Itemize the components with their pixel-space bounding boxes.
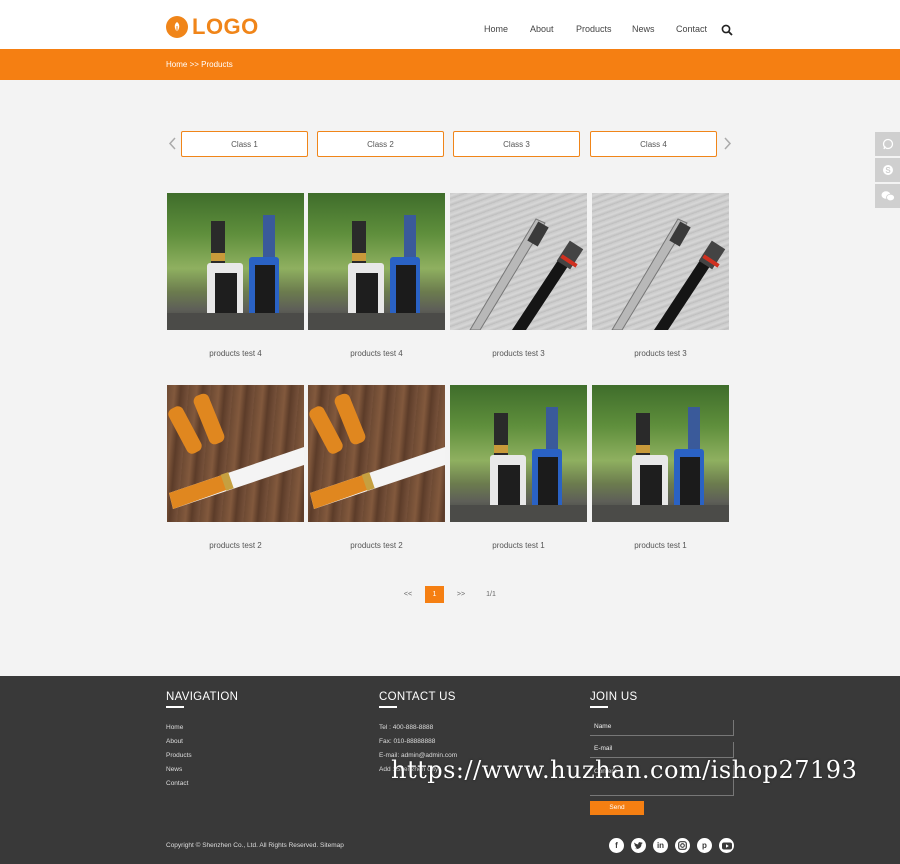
nav-about[interactable]: About — [530, 24, 554, 34]
linkedin-icon[interactable]: in — [653, 838, 668, 853]
logo[interactable]: LOGO — [166, 14, 259, 40]
tab-class-3[interactable]: Class 3 — [453, 131, 580, 157]
pinterest-icon[interactable]: p — [697, 838, 712, 853]
product-name[interactable]: products test 2 — [308, 541, 445, 550]
wechat-icon[interactable] — [875, 184, 900, 208]
twitter-icon[interactable] — [631, 838, 646, 853]
chevron-left-icon[interactable] — [168, 137, 176, 155]
tab-class-1[interactable]: Class 1 — [181, 131, 308, 157]
page-total: 1/1 — [486, 591, 496, 598]
footer-join-title: JOIN US — [590, 691, 638, 703]
name-field[interactable]: Name — [590, 720, 734, 736]
product-image[interactable] — [167, 385, 304, 522]
instagram-icon[interactable] — [675, 838, 690, 853]
logo-text: LOGO — [192, 14, 259, 39]
whatsapp-icon[interactable] — [875, 132, 900, 156]
product-name[interactable]: products test 1 — [592, 541, 729, 550]
product-image[interactable] — [592, 385, 729, 522]
copyright: Copyright © Shenzhen Co., Ltd. All Right… — [166, 842, 344, 849]
divider — [379, 706, 397, 708]
product-name[interactable]: products test 4 — [167, 349, 304, 358]
footer-fax: Fax: 010-88888888 — [379, 738, 436, 745]
svg-text:S: S — [885, 166, 891, 175]
product-card[interactable]: products test 3 — [592, 193, 729, 358]
product-image[interactable] — [450, 385, 587, 522]
product-card[interactable]: products test 4 — [308, 193, 445, 358]
send-button[interactable]: Send — [590, 801, 644, 815]
footer-link-contact[interactable]: Contact — [166, 780, 188, 787]
skype-icon[interactable]: S — [875, 158, 900, 182]
product-name[interactable]: products test 3 — [450, 349, 587, 358]
product-card[interactable]: products test 1 — [450, 385, 587, 550]
breadcrumb-bar: Home >> Products — [0, 49, 900, 80]
tab-class-2[interactable]: Class 2 — [317, 131, 444, 157]
page-next[interactable]: >> — [453, 586, 469, 603]
divider — [166, 706, 184, 708]
nav-home[interactable]: Home — [484, 24, 508, 34]
footer-link-news[interactable]: News — [166, 766, 182, 773]
product-name[interactable]: products test 3 — [592, 349, 729, 358]
product-image[interactable] — [308, 193, 445, 330]
page-current[interactable]: 1 — [425, 586, 444, 603]
nav-news[interactable]: News — [632, 24, 655, 34]
product-card[interactable]: products test 2 — [308, 385, 445, 550]
product-name[interactable]: products test 1 — [450, 541, 587, 550]
footer-navigation-title: NAVIGATION — [166, 691, 239, 703]
facebook-icon[interactable]: f — [609, 838, 624, 853]
footer-tel: Tel : 400-888-8888 — [379, 724, 434, 731]
footer-contact-title: CONTACT US — [379, 691, 456, 703]
site-header: LOGO Home About Products News Contact — [0, 0, 900, 49]
footer-link-products[interactable]: Products — [166, 752, 192, 759]
nav-products[interactable]: Products — [576, 24, 612, 34]
leaf-logo-icon — [166, 16, 188, 38]
footer-link-about[interactable]: About — [166, 738, 183, 745]
product-image[interactable] — [592, 193, 729, 330]
tab-class-4[interactable]: Class 4 — [590, 131, 717, 157]
product-card[interactable]: products test 1 — [592, 385, 729, 550]
divider — [590, 706, 608, 708]
nav-contact[interactable]: Contact — [676, 24, 707, 34]
pagination: << 1 >> 1/1 — [0, 586, 900, 603]
search-icon[interactable] — [721, 23, 733, 41]
product-image[interactable] — [450, 193, 587, 330]
chevron-right-icon[interactable] — [724, 137, 732, 155]
product-card[interactable]: products test 4 — [167, 193, 304, 358]
product-card[interactable]: products test 3 — [450, 193, 587, 358]
breadcrumb[interactable]: Home >> Products — [166, 60, 233, 69]
product-image[interactable] — [308, 385, 445, 522]
product-image[interactable] — [167, 193, 304, 330]
watermark: https://www.huzhan.com/ishop27193 — [391, 756, 858, 784]
footer-link-home[interactable]: Home — [166, 724, 183, 731]
youtube-icon[interactable] — [719, 838, 734, 853]
product-name[interactable]: products test 2 — [167, 541, 304, 550]
product-card[interactable]: products test 2 — [167, 385, 304, 550]
product-name[interactable]: products test 4 — [308, 349, 445, 358]
page-prev[interactable]: << — [400, 586, 416, 603]
